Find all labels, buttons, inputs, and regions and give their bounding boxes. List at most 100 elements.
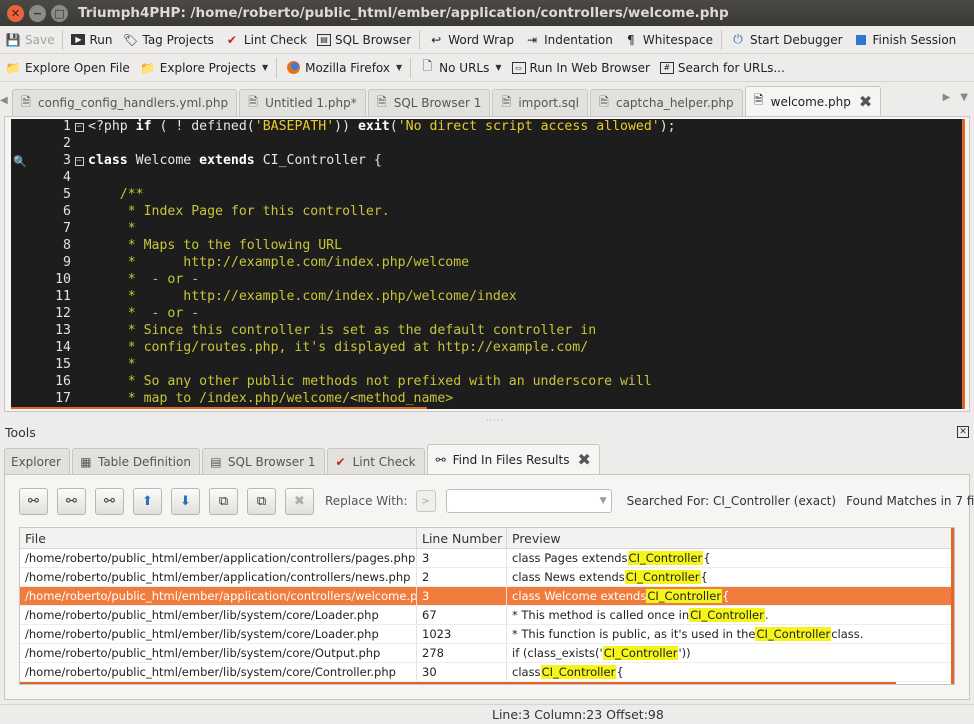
fold-marker[interactable]: − <box>73 153 85 170</box>
tab-lint-check[interactable]: ✔ Lint Check <box>326 448 425 474</box>
window-title: Triumph4PHP: /home/roberto/public_html/e… <box>78 5 729 21</box>
table-right-edge-marker <box>951 528 954 684</box>
line-number: 10 <box>55 272 71 287</box>
copy-all-icon: ⧉ <box>256 493 267 509</box>
tag-icon: 🏷 <box>122 32 139 47</box>
column-header-preview[interactable]: Preview <box>507 528 954 548</box>
preview-cell: class News extends CI_Controller { <box>507 568 954 586</box>
line-number: 8 <box>63 238 71 253</box>
tab-sql-browser-1[interactable]: 🗎 SQL Browser 1 <box>367 89 491 116</box>
tab-config-config-handlers[interactable]: 🗎 config_config_handlers.yml.php <box>12 89 238 116</box>
search-result-marker-icon: 🔍 <box>13 155 27 168</box>
tab-welcome-php[interactable]: 🗎 welcome.php ✖ <box>744 86 882 116</box>
previous-match-button[interactable]: ⬆ <box>133 487 162 515</box>
window-maximize-button[interactable]: □ <box>51 4 68 22</box>
next-match-button[interactable]: ⬇ <box>171 487 200 515</box>
sql-browser-button[interactable]: ▤ SQL Browser <box>312 28 416 52</box>
indentation-button[interactable]: ⇥ Indentation <box>519 28 618 52</box>
close-tab-icon[interactable]: ✖ <box>859 92 872 111</box>
tab-table-definition[interactable]: ▦ Table Definition <box>71 448 200 474</box>
window-minimize-button[interactable]: − <box>29 4 46 22</box>
replace-go-button[interactable]: > <box>415 490 436 512</box>
copy-all-button[interactable]: ⧉ <box>247 487 276 515</box>
line-cell: 3 <box>417 549 507 567</box>
explore-projects-dropdown[interactable]: 📁 Explore Projects ▼ <box>135 56 273 80</box>
indentation-icon: ⇥ <box>527 32 538 47</box>
lint-check-button[interactable]: ✔ Lint Check <box>219 28 312 52</box>
save-button[interactable]: 💾 Save <box>0 28 59 52</box>
table-row[interactable]: /home/roberto/public_html/ember/lib/syst… <box>20 625 954 644</box>
table-row[interactable]: /home/roberto/public_html/ember/applicat… <box>20 549 954 568</box>
match-highlight: CI_Controller <box>755 627 832 641</box>
column-header-file[interactable]: File <box>20 528 417 548</box>
match-highlight: CI_Controller <box>627 551 704 565</box>
tabs-scroll-left-icon[interactable]: ◀ <box>0 95 8 106</box>
tab-find-in-files-results[interactable]: ⚯ Find In Files Results ✖ <box>426 444 600 474</box>
code-line: 16 * So any other public methods not pre… <box>11 374 965 391</box>
code-line: 10 * - or - <box>11 272 965 289</box>
finish-session-button[interactable]: Finish Session <box>848 28 962 52</box>
column-header-line-number[interactable]: Line Number <box>417 528 507 548</box>
table-row[interactable]: /home/roberto/public_html/ember/applicat… <box>20 568 954 587</box>
table-row[interactable]: /home/roberto/public_html/ember/lib/syst… <box>20 663 954 682</box>
toolbar-separator <box>720 29 722 50</box>
binoculars-plus-icon: ⚯ <box>66 493 77 509</box>
explore-open-file-button[interactable]: 📁 Explore Open File <box>0 56 135 80</box>
code-line: 2 <box>11 136 965 153</box>
line-number: 9 <box>63 255 71 270</box>
replace-with-label: Replace With: <box>325 494 408 508</box>
code-editor[interactable]: 1− <?php if ( ! defined('BASEPATH')) exit… <box>11 119 965 409</box>
stop-search-button[interactable]: ✖ <box>285 487 314 515</box>
tabs-menu-icon[interactable]: ▼ <box>960 92 968 103</box>
php-file-icon: 🗎 <box>599 94 609 109</box>
replace-all-button[interactable]: ⚯ <box>95 487 124 515</box>
close-tab-icon[interactable]: ✖ <box>577 450 590 469</box>
code-comment: * map to /index.php/welcome/<method_name… <box>88 391 454 406</box>
code-line: 4 <box>11 170 965 187</box>
toolbar-separator <box>276 57 278 78</box>
window-close-button[interactable]: ✕ <box>7 4 24 22</box>
find-next-button[interactable]: ⚯ <box>57 487 86 515</box>
tab-captcha-helper[interactable]: 🗎 captcha_helper.php <box>589 89 743 116</box>
tab-untitled-1[interactable]: 🗎 Untitled 1.php* <box>239 89 366 116</box>
start-debugger-button[interactable]: ⏻ Start Debugger <box>725 28 848 52</box>
tools-panel-header: Tools ✕ <box>0 422 974 442</box>
run-icon: ▶ <box>71 34 86 45</box>
run-in-web-browser-button[interactable]: ▭ Run In Web Browser <box>507 56 655 80</box>
tab-explorer[interactable]: Explorer <box>4 448 70 474</box>
copy-selected-button[interactable]: ⧉ <box>209 487 238 515</box>
code-comment: * <box>88 221 136 236</box>
replace-with-combobox[interactable]: ▼ <box>445 489 612 513</box>
tab-import-sql[interactable]: 🗎 import.sql <box>492 89 588 116</box>
code-line: 14 * config/routes.php, it's displayed a… <box>11 340 965 357</box>
find-again-button[interactable]: ⚯ <box>19 487 48 515</box>
run-button[interactable]: ▶ Run <box>66 28 117 52</box>
fold-marker[interactable]: − <box>73 119 85 136</box>
preview-cell: if (class_exists(' CI_Controller ')) <box>507 644 954 662</box>
whitespace-button[interactable]: ¶ Whitespace <box>618 28 718 52</box>
urls-dropdown[interactable]: 🗋 No URLs ▼ <box>414 56 506 80</box>
cursor-position-status: Line:3 Column:23 Offset:98 <box>492 707 664 722</box>
table-row[interactable]: /home/roberto/public_html/ember/lib/syst… <box>20 644 954 663</box>
table-row-selected[interactable]: /home/roberto/public_html/ember/applicat… <box>20 587 954 606</box>
toolbar-separator <box>62 29 64 50</box>
tab-sql-browser-1-tool[interactable]: ▤ SQL Browser 1 <box>201 448 325 474</box>
search-for-urls-button[interactable]: # Search for URLs... <box>655 56 790 80</box>
close-tools-panel-icon[interactable]: ✕ <box>957 426 969 438</box>
code-line: 9 * http://example.com/index.php/welcome <box>11 255 965 272</box>
status-bar: Line:3 Column:23 Offset:98 <box>0 704 974 724</box>
firefox-icon <box>285 60 301 76</box>
word-wrap-button[interactable]: ↩ Word Wrap <box>423 28 519 52</box>
editor-horizontal-scroll-indicator[interactable] <box>11 407 427 409</box>
tabs-scroll-right-icon[interactable]: ▶ <box>943 92 951 103</box>
results-toolbar: ⚯ ⚯ ⚯ ⬆ ⬇ ⧉ ⧉ ✖ Replace With: > ▼ Search… <box>19 487 974 515</box>
table-row[interactable]: /home/roberto/public_html/ember/lib/syst… <box>20 606 954 625</box>
line-number: 7 <box>63 221 71 236</box>
table-horizontal-scroll-indicator[interactable] <box>20 682 896 684</box>
copy-icon: ⧉ <box>218 493 229 509</box>
browser-select-dropdown[interactable]: Mozilla Firefox ▼ <box>280 56 407 80</box>
database-table-icon: ▤ <box>210 454 222 469</box>
code-comment: * http://example.com/index.php/welcome <box>88 255 470 270</box>
tag-projects-button[interactable]: 🏷 Tag Projects <box>117 28 218 52</box>
chevron-down-icon: ▼ <box>599 496 607 506</box>
